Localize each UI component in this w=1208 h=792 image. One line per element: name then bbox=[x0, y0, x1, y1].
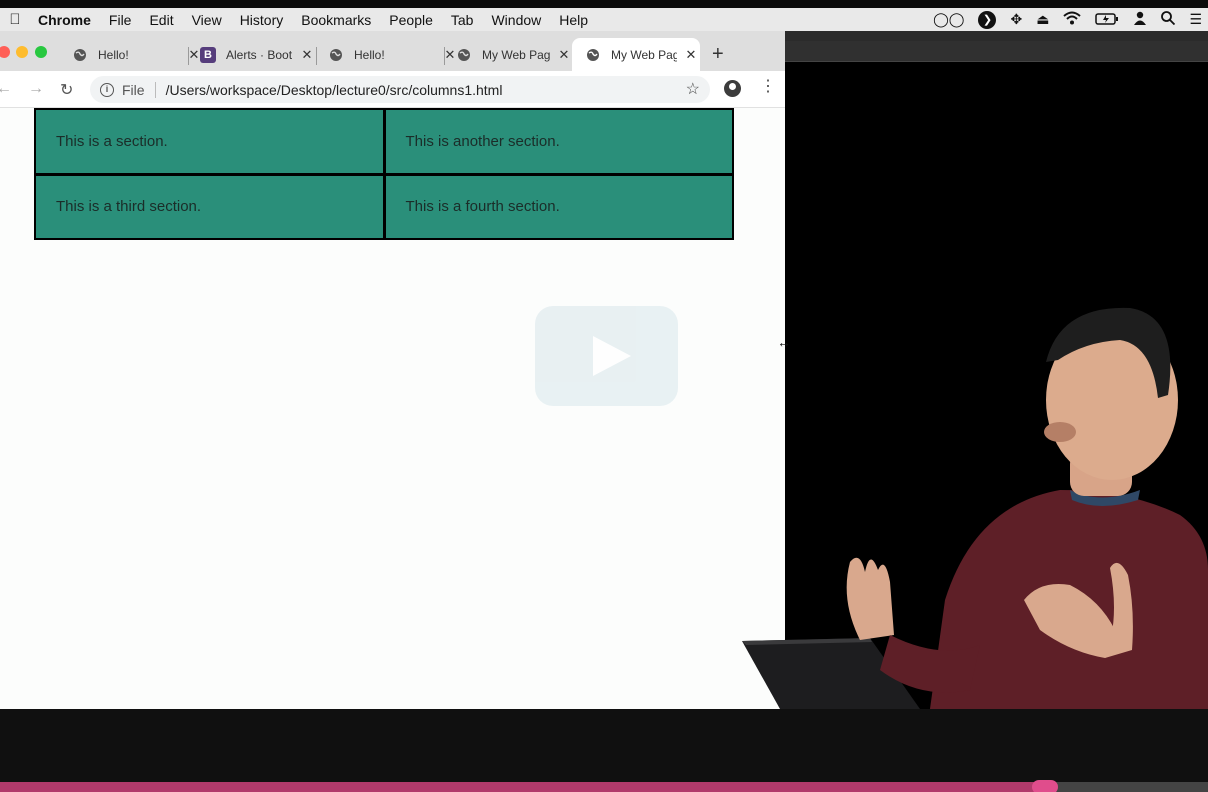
close-icon[interactable]: ✕ bbox=[683, 47, 699, 63]
url-text[interactable]: /Users/workspace/Desktop/lecture0/src/co… bbox=[166, 82, 503, 98]
user-icon[interactable] bbox=[1133, 11, 1147, 28]
scheme-label: File bbox=[122, 81, 145, 98]
tab-divider bbox=[444, 47, 445, 65]
section-4: This is a fourth section. bbox=[385, 175, 732, 238]
info-icon[interactable]: i bbox=[100, 82, 114, 97]
close-icon[interactable]: ✕ bbox=[556, 47, 572, 63]
tab-4[interactable]: My Web Pag ✕ bbox=[456, 38, 572, 71]
tab-title: Alerts · Boot bbox=[226, 47, 293, 62]
terminal-titlebar bbox=[785, 31, 1208, 62]
globe-icon bbox=[585, 47, 601, 63]
tab-divider bbox=[316, 47, 317, 65]
forward-arrow-icon[interactable]: → bbox=[28, 80, 44, 98]
menu-tab[interactable]: Tab bbox=[442, 12, 483, 28]
tab-strip: Hello! ✕ B Alerts · Boot ✕ Hello! ✕ My W… bbox=[0, 31, 785, 71]
back-arrow-icon[interactable]: ← bbox=[0, 80, 12, 98]
video-progress-bar[interactable] bbox=[0, 780, 1208, 792]
tab-title: My Web Pag bbox=[482, 47, 550, 62]
play-circle-icon[interactable]: ❯ bbox=[978, 10, 997, 29]
list-icon[interactable]: ☰ bbox=[1189, 11, 1202, 28]
menu-history[interactable]: History bbox=[231, 12, 293, 28]
more-menu-icon[interactable]: ⋮ bbox=[760, 79, 776, 95]
tab-5-active[interactable]: My Web Pag ✕ bbox=[572, 38, 700, 71]
video-letterbox-bottom bbox=[0, 709, 1208, 782]
wifi-icon[interactable] bbox=[1063, 11, 1082, 28]
tab-2[interactable]: B Alerts · Boot ✕ bbox=[200, 38, 315, 71]
address-bar[interactable]: i File /Users/workspace/Desktop/lecture0… bbox=[90, 76, 710, 103]
battery-icon[interactable] bbox=[1095, 12, 1119, 28]
screen:  Chrome File Edit View History Bookmark… bbox=[0, 0, 1208, 792]
menu-help[interactable]: Help bbox=[550, 12, 597, 28]
omnibox-divider bbox=[154, 81, 156, 98]
progress-scrubber[interactable] bbox=[1031, 780, 1058, 792]
video-play-button[interactable] bbox=[535, 306, 678, 406]
move-icon[interactable]: ✥ bbox=[1010, 11, 1022, 28]
close-icon[interactable]: ✕ bbox=[299, 47, 315, 63]
browser-toolbar: ← → ↻ i File /Users/workspace/Desktop/le… bbox=[0, 71, 785, 108]
section-1: This is a section. bbox=[36, 110, 383, 173]
tab-divider bbox=[188, 47, 189, 65]
zoom-window-button[interactable] bbox=[35, 46, 47, 58]
menu-file[interactable]: File bbox=[100, 12, 141, 28]
status-area: ◯◯ ❯ ✥ ⏏ ☰ bbox=[933, 8, 1202, 31]
letterbox-top bbox=[0, 0, 1208, 8]
tab-title: Hello! bbox=[354, 47, 385, 62]
menu-bar:  Chrome File Edit View History Bookmark… bbox=[0, 8, 1208, 31]
menu-bookmarks[interactable]: Bookmarks bbox=[292, 12, 380, 28]
tab-3[interactable]: Hello! ✕ bbox=[328, 38, 458, 71]
new-tab-button[interactable]: + bbox=[712, 43, 724, 66]
terminal-tabbar bbox=[785, 41, 1208, 61]
glasses-icon[interactable]: ◯◯ bbox=[933, 11, 964, 28]
page-viewport: This is a section. This is another secti… bbox=[0, 108, 785, 709]
close-window-button[interactable] bbox=[0, 46, 10, 58]
speaker-image bbox=[742, 307, 1208, 709]
chrome-window: Hello! ✕ B Alerts · Boot ✕ Hello! ✕ My W… bbox=[0, 31, 785, 709]
section-2: This is another section. bbox=[385, 110, 732, 173]
menu-edit[interactable]: Edit bbox=[140, 12, 182, 28]
progress-fill bbox=[0, 782, 1045, 792]
section-grid: This is a section. This is another secti… bbox=[34, 108, 734, 240]
menu-people[interactable]: People bbox=[380, 12, 442, 28]
minimize-window-button[interactable] bbox=[16, 46, 28, 58]
tab-title: Hello! bbox=[98, 47, 129, 62]
search-icon[interactable] bbox=[1161, 11, 1176, 28]
eject-icon[interactable]: ⏏ bbox=[1036, 11, 1049, 28]
globe-icon bbox=[328, 47, 344, 63]
section-3: This is a third section. bbox=[36, 175, 383, 238]
tab-title: My Web Pag bbox=[611, 47, 677, 62]
menu-window[interactable]: Window bbox=[482, 12, 550, 28]
reload-icon[interactable]: ↻ bbox=[60, 80, 73, 100]
globe-icon bbox=[72, 47, 88, 63]
profile-avatar-icon[interactable] bbox=[724, 80, 741, 97]
menu-chrome[interactable]: Chrome bbox=[26, 12, 100, 28]
bookmark-star-icon[interactable]: ☆ bbox=[686, 79, 700, 99]
tab-1[interactable]: Hello! ✕ bbox=[72, 38, 202, 71]
menu-view[interactable]: View bbox=[183, 12, 231, 28]
bootstrap-icon: B bbox=[200, 46, 216, 63]
apple-icon[interactable]:  bbox=[4, 11, 26, 28]
globe-icon bbox=[456, 47, 472, 63]
